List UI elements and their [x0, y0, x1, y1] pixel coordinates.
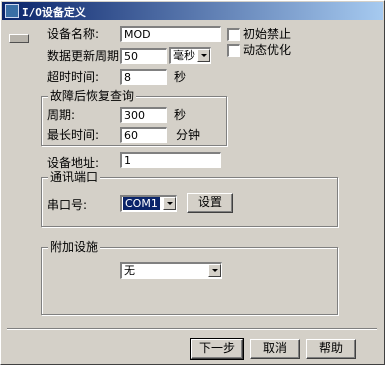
serial-port-select[interactable]: COM1 [120, 195, 177, 212]
max-time-unit: 分钟 [176, 128, 201, 142]
chevron-down-icon[interactable] [163, 197, 176, 210]
extra-facility-select[interactable]: 无 [120, 262, 222, 279]
extra-facility-value: 无 [124, 264, 135, 277]
io-device-dialog: I/O设备定义 设备名称: 初始禁止 动态优化 数据更新周期: 毫秒 超时时间:… [0, 0, 385, 365]
device-name-input[interactable] [120, 26, 221, 42]
help-button[interactable]: 帮助 [306, 339, 356, 359]
max-time-label: 最长时间: [47, 128, 100, 142]
next-button[interactable]: 下一步 [190, 338, 244, 360]
app-icon [5, 4, 19, 18]
device-icon [9, 34, 29, 43]
settings-button[interactable]: 设置 [187, 193, 233, 213]
timeout-input[interactable] [120, 69, 167, 85]
device-address-input[interactable] [120, 152, 221, 168]
device-address-label: 设备地址: [47, 156, 100, 170]
period-unit-select[interactable]: 毫秒 [169, 47, 211, 64]
initial-disable-checkbox[interactable] [227, 28, 240, 41]
extra-facility-title: 附加设施 [48, 240, 101, 254]
serial-port-label: 串口号: [47, 198, 88, 212]
title-bar[interactable]: I/O设备定义 [2, 2, 383, 20]
recovery-period-unit: 秒 [174, 108, 187, 122]
timeout-unit: 秒 [174, 70, 187, 84]
update-period-label: 数据更新周期: [47, 49, 124, 63]
serial-port-value: COM1 [123, 197, 160, 210]
initial-disable-label: 初始禁止 [243, 27, 292, 41]
device-name-label: 设备名称: [47, 27, 100, 41]
cancel-button[interactable]: 取消 [250, 339, 300, 359]
bottom-separator [7, 328, 377, 330]
extra-facility-group: 附加设施 [41, 240, 338, 315]
period-unit-value: 毫秒 [173, 49, 195, 62]
comm-port-title: 通讯端口 [48, 170, 101, 184]
window-title: I/O设备定义 [22, 6, 86, 19]
dynamic-optimize-checkbox[interactable] [227, 44, 240, 57]
max-time-input[interactable] [120, 127, 167, 143]
timeout-label: 超时时间: [47, 70, 100, 84]
update-period-input[interactable] [120, 48, 167, 64]
recovery-period-label: 周期: [47, 108, 76, 122]
recovery-period-input[interactable] [120, 107, 167, 123]
chevron-down-icon[interactable] [197, 49, 210, 62]
fault-recovery-title: 故障后恢复查询 [48, 89, 137, 103]
dynamic-optimize-label: 动态优化 [243, 43, 292, 57]
chevron-down-icon[interactable] [208, 264, 221, 277]
